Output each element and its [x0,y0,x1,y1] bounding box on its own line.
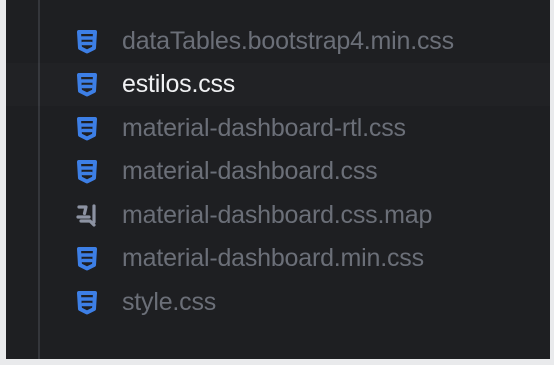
source-map-file-icon [72,200,102,230]
file-name: estilos.css [122,70,236,99]
file-list: dataTables.bootstrap4.min.css estilos.cs… [0,19,550,324]
css-file-icon [72,156,102,186]
file-item-style-css[interactable]: style.css [0,280,550,324]
screenshot-left-border [0,0,6,365]
file-item-datatables-bootstrap4-min-css[interactable]: dataTables.bootstrap4.min.css [0,19,550,63]
file-item-material-dashboard-css[interactable]: material-dashboard.css [0,150,550,194]
screenshot-right-border [550,0,554,365]
file-name: material-dashboard.min.css [122,244,424,273]
css-file-icon [72,69,102,99]
css-file-icon [72,113,102,143]
file-item-material-dashboard-rtl-css[interactable]: material-dashboard-rtl.css [0,106,550,150]
file-item-material-dashboard-min-css[interactable]: material-dashboard.min.css [0,237,550,281]
css-file-icon [72,243,102,273]
screenshot-bottom-border [0,359,554,365]
file-name: material-dashboard.css [122,157,378,186]
file-explorer-panel: dataTables.bootstrap4.min.css estilos.cs… [0,0,554,365]
css-file-icon [72,287,102,317]
file-item-material-dashboard-css-map[interactable]: material-dashboard.css.map [0,193,550,237]
file-name: material-dashboard-rtl.css [122,113,406,142]
file-name: style.css [122,287,217,316]
file-item-estilos-css[interactable]: estilos.css [0,63,550,107]
css-file-icon [72,26,102,56]
file-name: dataTables.bootstrap4.min.css [122,26,454,55]
file-name: material-dashboard.css.map [122,200,433,229]
